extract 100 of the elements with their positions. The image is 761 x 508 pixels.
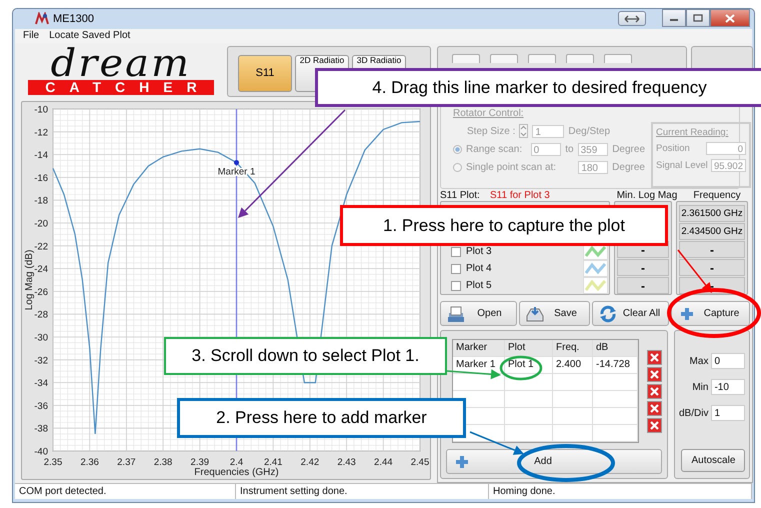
table-cell: - xyxy=(617,277,669,294)
y-tick-label: -30 xyxy=(34,332,48,344)
y-axis-label: Log Mag (dB) xyxy=(24,250,35,310)
field-label: dB/Div xyxy=(679,408,708,418)
radio-label: Range scan: xyxy=(466,144,524,155)
x-icon xyxy=(649,420,660,431)
position-field: 0 xyxy=(706,142,746,155)
plot-label: Plot 3 xyxy=(466,246,493,258)
x-tick-label: 2.39 xyxy=(190,457,210,468)
table-cell: - xyxy=(617,259,669,276)
delete-button[interactable] xyxy=(647,367,662,382)
refresh-icon xyxy=(599,304,618,323)
instruction-tooltip: 3. Scroll down to select Plot 1. xyxy=(164,337,447,375)
instruction-tooltip: 2. Press here to add marker xyxy=(177,398,466,438)
delete-button[interactable] xyxy=(647,418,662,433)
action-button[interactable]: Open xyxy=(440,301,517,326)
y-tick-label: -20 xyxy=(34,218,48,230)
column-header: Freq. xyxy=(553,340,593,356)
marker-point xyxy=(234,160,239,166)
status-text: COM port detected. xyxy=(15,484,236,499)
action-button[interactable]: Capture xyxy=(671,301,750,326)
x-icon xyxy=(649,369,660,380)
action-button[interactable]: Clear All xyxy=(592,301,670,326)
checkbox[interactable] xyxy=(451,280,461,291)
input-field[interactable]: 0 xyxy=(711,353,746,369)
column-header: Frequency xyxy=(692,190,742,202)
instruction-tooltip: 4. Drag this line marker to desired frequency xyxy=(315,68,761,107)
column-header: Min. Log Mag xyxy=(616,190,678,202)
checkbox[interactable] xyxy=(451,246,461,257)
callout-arrow xyxy=(677,250,712,293)
status-text: Instrument setting done. xyxy=(236,484,489,499)
group-title: Current Reading: xyxy=(656,127,730,138)
x-tick-label: 2.37 xyxy=(117,457,136,468)
arrows-icon xyxy=(623,14,641,24)
status-text: Homing done. xyxy=(489,484,752,499)
group-title: Rotator Control: xyxy=(453,108,525,119)
table-cell: - xyxy=(679,241,745,258)
field-label: Step Size : xyxy=(467,126,516,136)
tab[interactable]: S11 xyxy=(238,55,292,92)
radio-label: Single point scan at: xyxy=(466,162,558,173)
close-button[interactable] xyxy=(710,9,750,27)
x-tick-label: 2.43 xyxy=(337,457,356,468)
x-tick-label: 2.44 xyxy=(374,457,393,468)
callout-arrow xyxy=(470,431,524,455)
input-field[interactable]: -10 xyxy=(711,379,746,395)
column-header: dB xyxy=(593,340,638,356)
logo-text: dream xyxy=(50,46,192,80)
action-button[interactable]: Save xyxy=(518,301,590,326)
window-title: ME1300 xyxy=(53,12,94,25)
delete-button[interactable] xyxy=(647,401,662,416)
field-label: Max xyxy=(690,356,708,366)
y-tick-label: -28 xyxy=(34,310,48,321)
column-header: Plot xyxy=(505,340,553,356)
y-tick-label: -16 xyxy=(34,172,48,184)
x-icon xyxy=(649,403,660,414)
add-button[interactable]: Add xyxy=(446,449,662,474)
x-tick-label: 2.41 xyxy=(264,457,282,468)
y-tick-label: -34 xyxy=(34,378,48,390)
y-tick-label: -32 xyxy=(34,355,48,366)
maximize-button[interactable] xyxy=(686,9,710,27)
field-label: Min xyxy=(692,382,708,392)
unit-label: Degree xyxy=(612,162,645,173)
x-tick-label: 2.36 xyxy=(80,457,99,468)
x-tick-label: 2.42 xyxy=(300,457,320,468)
delete-button[interactable] xyxy=(647,350,662,365)
plot-label: Plot 5 xyxy=(466,280,493,292)
unit-label: Degree xyxy=(612,144,646,155)
y-tick-label: -22 xyxy=(34,241,48,252)
resize-button[interactable] xyxy=(618,11,646,26)
instruction-tooltip: 1. Press here to capture the plot xyxy=(340,205,668,246)
highlight-ellipse xyxy=(500,356,542,380)
y-tick-label: -18 xyxy=(34,196,48,207)
autoscale-button[interactable]: Autoscale xyxy=(681,449,746,472)
delete-button[interactable] xyxy=(647,384,662,399)
y-tick-label: -40 xyxy=(34,446,48,458)
table-cell: 2.400 xyxy=(553,357,593,373)
x-tick-label: 2.4 xyxy=(230,457,244,468)
y-tick-label: -24 xyxy=(34,264,48,276)
checkbox[interactable] xyxy=(451,264,461,274)
y-tick-label: -10 xyxy=(34,104,48,116)
callout-arrow xyxy=(446,369,501,380)
signal-level-field: 95.902 xyxy=(710,159,746,172)
logo-banner: CATCHER xyxy=(28,80,214,95)
menu-item[interactable]: File xyxy=(23,30,40,42)
y-tick-label: -26 xyxy=(34,286,48,298)
spinner-icon xyxy=(519,124,528,138)
plot-name: S11 for Plot 3 xyxy=(490,190,551,202)
printer-icon xyxy=(447,304,465,323)
minimize-button[interactable] xyxy=(662,9,686,27)
x-icon xyxy=(649,352,660,363)
y-tick-label: -14 xyxy=(34,150,48,162)
table-cell: Plot 1 xyxy=(505,357,553,373)
y-tick-label: -36 xyxy=(34,400,48,412)
x-tick-label: 2.35 xyxy=(44,457,62,468)
x-tick-label: 2.38 xyxy=(154,457,172,468)
close-icon xyxy=(724,14,736,22)
maximize-icon xyxy=(693,14,703,22)
menu-item[interactable]: Locate Saved Plot xyxy=(49,30,130,42)
input-field[interactable]: 1 xyxy=(711,405,746,421)
x-axis-label: Frequencies (GHz) xyxy=(194,467,279,478)
